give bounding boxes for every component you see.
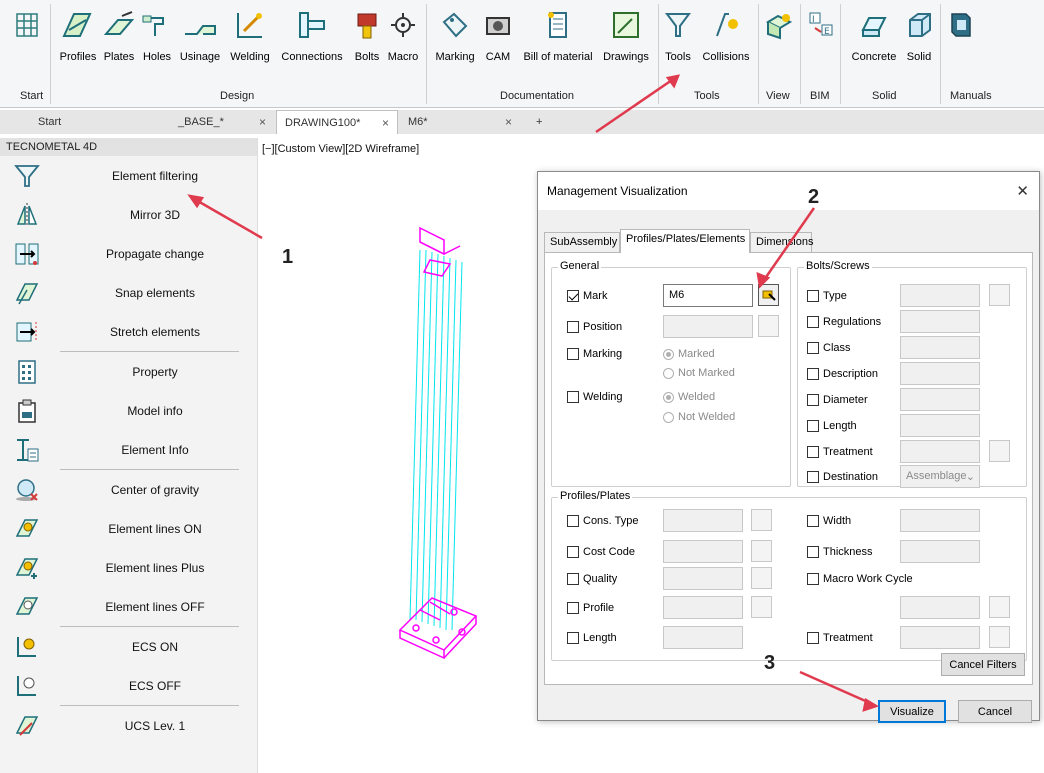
arrow-2-line	[762, 207, 816, 281]
arrow-3-head	[862, 698, 879, 712]
arrow-1-line	[195, 198, 263, 240]
annotation-overlay	[187, 74, 879, 712]
tab-profiles-plates-elements[interactable]: Profiles/Plates/Elements	[620, 229, 750, 253]
arrow-3-line	[799, 670, 871, 705]
app-window: Start Profiles Plates Holes Usinage Weld…	[0, 0, 1044, 773]
annotation-number-2: 2	[808, 186, 820, 208]
arrow-tools-head	[665, 74, 681, 89]
annotation-number-3: 3	[764, 652, 776, 674]
arrow-tools-line	[595, 78, 673, 134]
arrow-1-head	[187, 194, 205, 209]
annotation-number-1: 1	[282, 246, 294, 268]
